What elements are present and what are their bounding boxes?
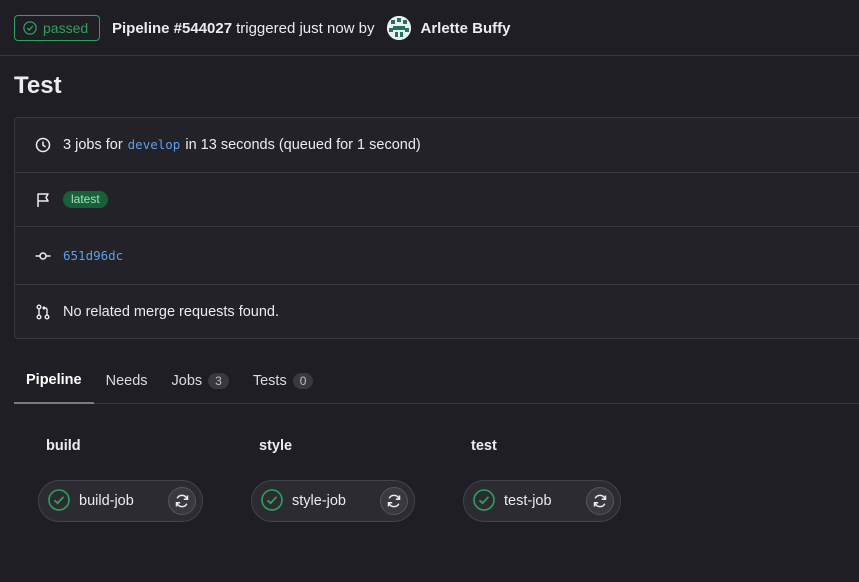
tests-count-badge: 0 (292, 373, 314, 389)
pipeline-info-panel: 3 jobs for develop in 13 seconds (queued… (14, 117, 859, 339)
retry-button[interactable] (380, 487, 408, 515)
tab-pipeline[interactable]: Pipeline (14, 358, 94, 404)
tab-pipeline-label: Pipeline (26, 372, 82, 388)
job-name: build-job (79, 493, 134, 509)
pipeline-summary: Pipeline #544027 triggered just now by A… (112, 16, 511, 40)
job-name: test-job (504, 493, 552, 509)
tab-tests-label: Tests (252, 373, 287, 389)
tab-tests[interactable]: Tests 0 (241, 358, 326, 404)
tab-jobs[interactable]: Jobs 3 (160, 358, 241, 404)
flag-icon (35, 192, 51, 208)
merge-requests-row: No related merge requests found. (15, 285, 859, 339)
pipeline-header: passed Pipeline #544027 triggered just n… (0, 0, 859, 56)
user-name[interactable]: Arlette Buffy (421, 20, 511, 37)
branch-link[interactable]: develop (128, 137, 181, 152)
status-badge[interactable]: passed (14, 15, 100, 41)
stage-title-build: build (46, 438, 81, 454)
commit-sha-link[interactable]: 651d96dc (63, 248, 123, 263)
merge-request-icon (35, 304, 51, 320)
jobs-summary-row: 3 jobs for develop in 13 seconds (queued… (15, 118, 859, 173)
job-test[interactable]: test-job (463, 480, 621, 522)
job-name: style-job (292, 493, 346, 509)
retry-icon (175, 494, 189, 508)
commit-row: 651d96dc (15, 227, 859, 285)
jobs-prefix: 3 jobs for (63, 137, 123, 153)
retry-icon (387, 494, 401, 508)
retry-button[interactable] (586, 487, 614, 515)
check-circle-icon (23, 21, 37, 35)
merge-requests-text: No related merge requests found. (63, 304, 280, 320)
tab-needs-label: Needs (105, 373, 148, 389)
avatar[interactable] (386, 16, 411, 40)
pipeline-page: passed Pipeline #544027 triggered just n… (0, 0, 859, 582)
tab-jobs-label: Jobs (171, 373, 203, 389)
retry-icon (593, 494, 607, 508)
job-build[interactable]: build-job (38, 480, 203, 522)
job-style[interactable]: style-job (251, 480, 415, 522)
check-circle-icon (473, 488, 495, 514)
triggered-text: triggered just now by (236, 19, 375, 37)
check-circle-icon (261, 488, 283, 514)
retry-button[interactable] (168, 487, 196, 515)
stage-title-test: test (471, 438, 497, 454)
tags-row: latest (15, 173, 859, 227)
jobs-count-badge: 3 (208, 373, 229, 389)
page-title: Test (14, 72, 62, 99)
jobs-suffix: in 13 seconds (queued for 1 second) (185, 137, 421, 153)
tab-needs[interactable]: Needs (94, 358, 160, 404)
status-label: passed (43, 20, 89, 36)
pipeline-id: Pipeline #544027 (112, 19, 233, 37)
clock-icon (35, 137, 51, 153)
stage-title-style: style (259, 438, 293, 454)
latest-badge: latest (63, 191, 108, 208)
check-circle-icon (48, 488, 70, 514)
commit-icon (35, 248, 51, 264)
pipeline-tabs: Pipeline Needs Jobs 3 Tests 0 (14, 358, 859, 404)
